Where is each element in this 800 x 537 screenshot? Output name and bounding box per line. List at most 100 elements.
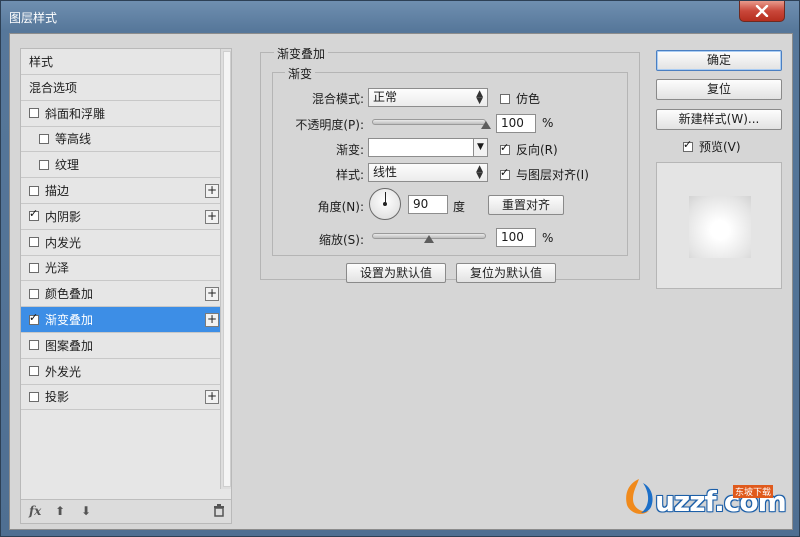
updown-arrow-icon: ▲ ▼ [476, 89, 483, 106]
add-effect-icon[interactable]: + [205, 287, 219, 302]
style-checkbox[interactable] [29, 207, 39, 222]
opacity-unit: % [542, 116, 554, 130]
style-list-item[interactable]: 颜色叠加 + [21, 281, 220, 308]
style-list-item[interactable]: 混合选项 [21, 75, 220, 101]
scale-label: 缩放(S): [318, 233, 364, 247]
style-list-item-label: 纹理 [55, 158, 80, 173]
reset-button[interactable]: 复位 [656, 79, 782, 100]
style-list-item-label: 等高线 [55, 132, 92, 147]
style-list-item[interactable]: 纹理 [21, 152, 220, 179]
style-list-item[interactable]: 样式 [21, 49, 220, 75]
opacity-slider-thumb[interactable] [481, 121, 491, 129]
close-button[interactable] [739, 1, 785, 22]
preview-swatch [689, 196, 751, 258]
preview-check-icon [683, 138, 693, 152]
reset-alignment-button[interactable]: 重置对齐 [488, 195, 564, 215]
dither-checkbox[interactable]: 仿色 [500, 90, 540, 107]
align-label: 与图层对齐(I) [516, 168, 589, 182]
reverse-checkbox[interactable]: 反向(R) [500, 141, 558, 158]
add-effect-icon[interactable]: + [205, 209, 219, 224]
scale-input[interactable]: 100 [496, 228, 536, 247]
list-scrollbar[interactable] [220, 49, 231, 489]
style-list-item-label: 外发光 [45, 364, 82, 379]
style-label: 样式: [335, 168, 364, 182]
layer-style-dialog: 图层样式 样式混合选项斜面和浮雕等高线纹理描边+内阴影+内发光光泽颜色叠加+渐变… [0, 0, 800, 537]
style-list-item[interactable]: 内阴影 + [21, 204, 220, 230]
style-checkbox[interactable] [29, 366, 39, 377]
set-default-button[interactable]: 设置为默认值 [346, 263, 446, 283]
angle-unit: 度 [453, 200, 466, 214]
angle-dial[interactable] [369, 188, 401, 220]
reverse-check-icon [500, 141, 510, 155]
window-title: 图层样式 [9, 11, 58, 25]
align-with-layer-checkbox[interactable]: 与图层对齐(I) [500, 166, 589, 183]
style-list-item[interactable]: 投影 + [21, 384, 220, 411]
add-effect-icon[interactable]: + [205, 313, 219, 327]
gradient-picker[interactable]: ▼ [368, 138, 488, 157]
style-checkbox[interactable] [29, 311, 39, 325]
style-checkbox[interactable] [29, 185, 39, 196]
style-list-item[interactable]: 外发光 [21, 359, 220, 385]
style-list-item[interactable]: 光泽 [21, 255, 220, 282]
style-checkbox[interactable] [29, 108, 39, 119]
subgroup-title: 渐变 [285, 65, 316, 82]
style-list-item[interactable]: 图案叠加 [21, 333, 220, 359]
style-checkbox[interactable] [29, 237, 39, 248]
style-list-item-label: 混合选项 [29, 80, 78, 95]
style-checkbox[interactable] [29, 288, 39, 299]
ok-button[interactable]: 确定 [656, 50, 782, 71]
style-checkbox[interactable] [29, 391, 39, 402]
style-checkbox[interactable] [29, 262, 39, 273]
dropdown-arrow-icon[interactable]: ▼ [473, 139, 487, 156]
style-list-item-label: 投影 [45, 390, 70, 405]
dialog-client: 样式混合选项斜面和浮雕等高线纹理描边 + 内阴影 + 内发光光泽颜色叠加 + 渐变叠加 + 图案… [9, 33, 793, 530]
add-effect-icon[interactable]: + [205, 184, 219, 198]
align-check-icon [500, 166, 510, 180]
blend-mode-value: 正常 [373, 90, 398, 104]
blend-mode-select[interactable]: 正常 ▲ ▼ [368, 88, 488, 107]
preview-label: 预览(V) [699, 140, 741, 154]
style-list: 样式混合选项斜面和浮雕等高线纹理描边 + 内阴影 + 内发光光泽颜色叠加 + 渐变叠加 + 图案… [20, 48, 232, 524]
style-list-item-label: 内阴影 [45, 209, 82, 224]
opacity-input[interactable]: 100 [496, 114, 536, 133]
updown-arrow-icon: ▲ ▼ [476, 164, 483, 181]
style-select[interactable]: 线性 ▲ ▼ [368, 163, 488, 182]
style-list-item-label: 图案叠加 [45, 338, 94, 353]
style-list-item-label: 渐变叠加 [45, 313, 94, 327]
style-list-item[interactable]: 斜面和浮雕 [21, 101, 220, 127]
move-down-icon[interactable]: ⬇ [81, 504, 91, 518]
style-list-item[interactable]: 描边 + [21, 178, 220, 204]
preview-checkbox[interactable]: 预览(V) [683, 138, 741, 155]
group-title: 渐变叠加 [274, 45, 329, 62]
close-icon [755, 5, 769, 17]
style-list-item-label: 光泽 [45, 261, 70, 276]
style-list-item-label: 斜面和浮雕 [45, 106, 106, 121]
blend-mode-label: 混合模式: [311, 92, 364, 106]
style-list-item-label: 样式 [29, 55, 54, 69]
angle-label: 角度(N): [317, 200, 364, 214]
dither-check-icon [500, 93, 510, 104]
move-up-icon[interactable]: ⬆ [55, 504, 65, 518]
add-effect-icon[interactable]: + [205, 390, 219, 405]
style-list-item[interactable]: 渐变叠加 + [21, 307, 220, 333]
style-list-item-label: 描边 [45, 184, 70, 198]
style-checkbox[interactable] [39, 159, 49, 170]
fx-icon[interactable]: fx [29, 504, 41, 518]
reverse-label: 反向(R) [516, 143, 558, 157]
opacity-slider[interactable] [372, 119, 486, 125]
scale-slider-thumb[interactable] [424, 235, 434, 243]
style-checkbox[interactable] [29, 340, 39, 351]
style-checkbox[interactable] [39, 133, 49, 144]
dither-label: 仿色 [516, 92, 541, 106]
style-list-item[interactable]: 内发光 [21, 230, 220, 256]
uzzf-logo-icon [626, 479, 653, 514]
scale-unit: % [542, 231, 554, 245]
style-list-item[interactable]: 等高线 [21, 126, 220, 153]
new-style-button[interactable]: 新建样式(W)... [656, 109, 782, 130]
trash-icon[interactable] [213, 504, 225, 520]
reset-default-button[interactable]: 复位为默认值 [456, 263, 556, 283]
watermark-tag: 东坡下载 [733, 485, 774, 498]
title-bar[interactable]: 图层样式 [1, 1, 800, 33]
preview-area [656, 162, 782, 289]
angle-input[interactable]: 90 [408, 195, 448, 214]
